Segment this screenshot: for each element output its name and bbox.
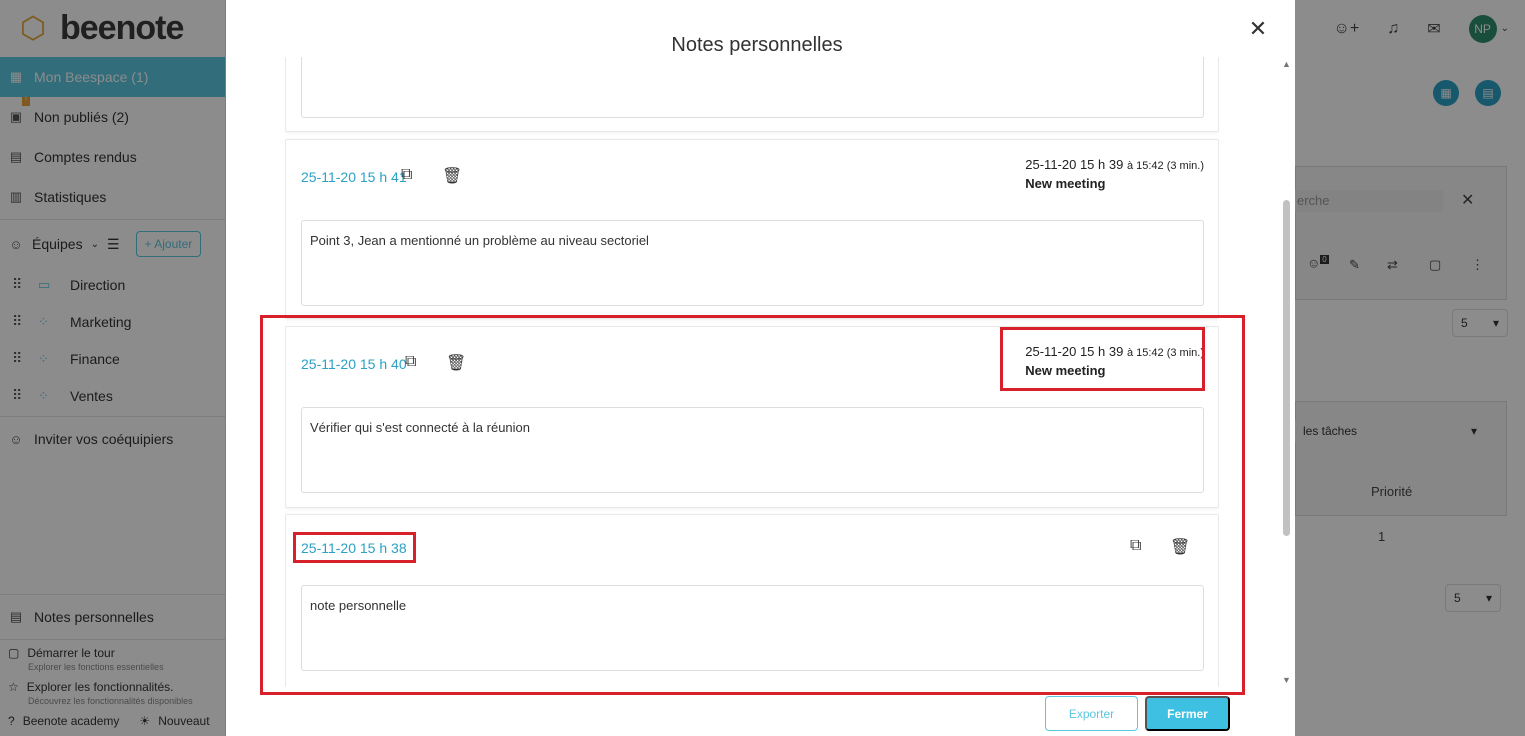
export-button[interactable]: Exporter xyxy=(1045,696,1138,731)
meeting-info: 25-11-20 15 h 39 à 15:42 (3 min.) New me… xyxy=(1025,344,1204,378)
note-card: 25-11-20 15 h 38 ⧉ 🗑 note personnelle xyxy=(285,514,1219,687)
note-body[interactable]: Point 3, Jean a mentionné un problème au… xyxy=(301,220,1204,306)
note-card: 25-11-20 15 h 40 ⧉ 🗑 25-11-20 15 h 39 à … xyxy=(285,326,1219,508)
close-icon[interactable]: ✕ xyxy=(1247,18,1269,40)
note-card xyxy=(285,57,1219,132)
note-body[interactable]: Vérifier qui s'est connecté à la réunion xyxy=(301,407,1204,493)
scrollbar-thumb[interactable] xyxy=(1283,200,1290,536)
meeting-time: 25-11-20 15 h 39 xyxy=(1025,157,1124,172)
meeting-duration: à 15:42 (3 min.) xyxy=(1126,160,1204,172)
scroll-down-icon[interactable]: ▼ xyxy=(1282,675,1291,685)
note-body[interactable] xyxy=(301,57,1204,118)
note-date: 25-11-20 15 h 38 xyxy=(301,540,407,556)
meeting-title[interactable]: New meeting xyxy=(1025,363,1204,378)
note-body[interactable]: note personnelle xyxy=(301,585,1204,671)
close-button[interactable]: Fermer xyxy=(1145,696,1230,731)
meeting-time: 25-11-20 15 h 39 xyxy=(1025,344,1124,359)
copy-icon[interactable]: ⧉ xyxy=(1130,537,1141,555)
note-card: 25-11-20 15 h 41 ⧉ 🗑 25-11-20 15 h 39 à … xyxy=(285,139,1219,319)
trash-icon[interactable]: 🗑 xyxy=(1170,537,1190,557)
meeting-duration: à 15:42 (3 min.) xyxy=(1126,347,1204,359)
copy-icon[interactable]: ⧉ xyxy=(405,353,416,371)
modal-title: Notes personnelles xyxy=(671,34,843,56)
meeting-info: 25-11-20 15 h 39 à 15:42 (3 min.) New me… xyxy=(1025,157,1204,191)
trash-icon[interactable]: 🗑 xyxy=(442,166,462,186)
note-date: 25-11-20 15 h 41 xyxy=(301,169,407,185)
note-date: 25-11-20 15 h 40 xyxy=(301,356,407,372)
copy-icon[interactable]: ⧉ xyxy=(401,166,412,184)
scroll-up-icon[interactable]: ▲ xyxy=(1282,59,1291,69)
personal-notes-modal: Notes personnelles ✕ 25-11-20 15 h 41 ⧉ … xyxy=(226,0,1295,736)
trash-icon[interactable]: 🗑 xyxy=(446,353,466,373)
notes-list: 25-11-20 15 h 41 ⧉ 🗑 25-11-20 15 h 39 à … xyxy=(285,57,1219,687)
meeting-title[interactable]: New meeting xyxy=(1025,176,1204,191)
modal-scrollbar[interactable]: ▲ ▼ xyxy=(1281,57,1293,687)
